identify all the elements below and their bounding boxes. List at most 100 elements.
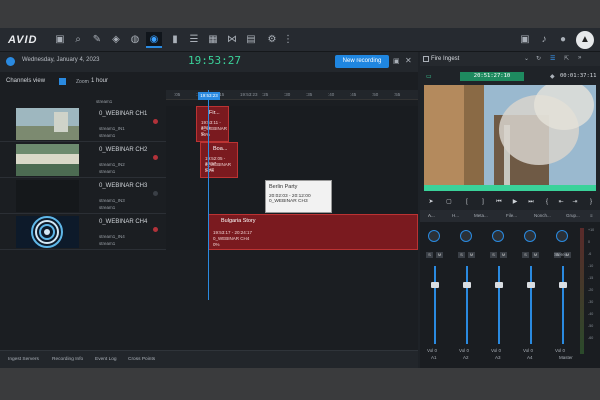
pan-knob[interactable]	[492, 230, 504, 242]
record-indicator[interactable]	[153, 119, 158, 124]
stereo-label[interactable]: Stereo	[554, 252, 567, 257]
expand-icon[interactable]: »	[578, 55, 581, 61]
mark-icon[interactable]: ▢	[444, 197, 454, 207]
dashboard-icon[interactable]: ▤	[243, 32, 259, 48]
channel-row[interactable]: 0_WEBINAR CH2 stream1_IN2 stream1 Boa...…	[0, 142, 418, 178]
fader-track[interactable]	[562, 266, 564, 344]
record-indicator[interactable]	[153, 191, 158, 196]
pan-knob[interactable]	[524, 230, 536, 242]
tab-h[interactable]: H...	[452, 213, 459, 218]
close-icon[interactable]: ✕	[405, 56, 412, 65]
folder-icon[interactable]: ▣	[52, 32, 68, 48]
mute-button[interactable]: M	[468, 252, 475, 258]
mark-in-icon[interactable]: [	[462, 197, 472, 207]
layout-icon[interactable]: ▣	[517, 32, 533, 48]
fader-track[interactable]	[466, 266, 468, 344]
grid-icon[interactable]: ▦	[205, 32, 221, 48]
bell-icon[interactable]: ♪	[536, 32, 552, 48]
go-end-icon[interactable]: ⏭	[526, 197, 536, 207]
new-recording-button[interactable]: New recording	[335, 55, 389, 68]
avid-account-icon[interactable]: ▲	[576, 31, 594, 49]
recording-clip[interactable]: Fir... 19:53:11 - 19:5 0_WEBINAR C 36%	[196, 106, 229, 142]
share-icon[interactable]: ⋈	[224, 32, 240, 48]
channel-input: stream1_IN3	[99, 198, 125, 203]
refresh-icon[interactable]: ↻	[536, 55, 541, 62]
record-indicator[interactable]	[153, 227, 158, 232]
channel-timeline[interactable]: Fir... 19:53:11 - 19:5 0_WEBINAR C 36%	[166, 106, 418, 142]
mark-out-icon[interactable]: ]	[478, 197, 488, 207]
monitor-icon[interactable]: ▭	[426, 73, 432, 80]
solo-button[interactable]: S	[490, 252, 497, 258]
go-start-icon[interactable]: ⏮	[494, 197, 504, 207]
pan-knob[interactable]	[428, 230, 440, 242]
mute-button[interactable]: M	[436, 252, 443, 258]
search-icon[interactable]: ⌕	[70, 32, 86, 48]
out-icon[interactable]: }	[586, 197, 596, 207]
channels-view-dropdown[interactable]: Channels view	[6, 78, 45, 84]
volume-label: Vol 0	[555, 348, 566, 353]
in-icon[interactable]: {	[542, 197, 552, 207]
mute-button[interactable]: M	[500, 252, 507, 258]
jog-back-icon[interactable]: ⇤	[556, 197, 566, 207]
capture-icon[interactable]: ◉	[146, 32, 162, 48]
channel-row[interactable]: 0_WEBINAR CH1 stream1_IN1 stream1 Fir...…	[0, 106, 418, 142]
timecode: 20:51:27:10	[460, 72, 524, 81]
calendar-icon[interactable]	[59, 78, 66, 85]
playhead[interactable]	[208, 90, 209, 300]
channel-row[interactable]: 0_WEBINAR CH4 stream1_IN4 stream1 Bulgar…	[0, 214, 418, 250]
record-indicator[interactable]	[153, 155, 158, 160]
view-controls: Channels view Zoom 1 hour	[0, 74, 418, 90]
ruler-tick: :30	[284, 92, 291, 97]
channel-row[interactable]: 0_WEBINAR CH3 stream1_IN3 stream1	[0, 178, 418, 214]
channel-stream: stream1	[99, 205, 116, 210]
db-tick: -10	[588, 264, 594, 268]
fader-track[interactable]	[498, 266, 500, 344]
edit-icon[interactable]: ✎	[89, 32, 105, 48]
list-icon[interactable]: ☰	[186, 32, 202, 48]
tab-cross-points[interactable]: Cross Points	[128, 357, 155, 362]
tab-event-log[interactable]: Event Log	[95, 357, 117, 362]
solo-button[interactable]: S	[522, 252, 529, 258]
layout-icon[interactable]: ☰	[550, 55, 555, 62]
fader-track[interactable]	[434, 266, 436, 344]
menu-icon[interactable]: ≡	[590, 213, 593, 218]
fader-handle[interactable]	[559, 282, 567, 288]
fader-handle[interactable]	[463, 282, 471, 288]
tab-metadata[interactable]: Meta...	[474, 213, 488, 218]
zoom-dropdown[interactable]: 1 hour	[91, 78, 108, 84]
chevron-down-icon[interactable]: ⌄	[524, 55, 529, 62]
recording-clip[interactable]: Bulgaria Story 19:53:17 - 20:24:17 0_WEB…	[208, 214, 418, 250]
mute-button[interactable]: M	[532, 252, 539, 258]
collections-icon[interactable]: ◈	[108, 32, 124, 48]
user-icon[interactable]: ●	[555, 32, 571, 48]
more-icon[interactable]: ⋮	[280, 32, 296, 48]
recording-clip[interactable]: Boa... 19:52:05 - 19:57 0_WEBINAR CH2 24…	[200, 142, 238, 178]
play-icon[interactable]: ▶	[510, 197, 520, 207]
solo-button[interactable]: S	[458, 252, 465, 258]
fader-handle[interactable]	[527, 282, 535, 288]
db-tick: +10	[588, 228, 595, 232]
pointer-icon[interactable]: ➤	[426, 197, 436, 207]
channel-timeline[interactable]: Bulgaria Story 19:53:17 - 20:24:17 0_WEB…	[166, 214, 418, 250]
tab-ingest-servers[interactable]: Ingest Servers	[8, 357, 39, 362]
solo-button[interactable]: S	[426, 252, 433, 258]
tab-file[interactable]: File...	[506, 213, 517, 218]
clip-title: Boa...	[213, 146, 228, 152]
jog-forward-icon[interactable]: ⇥	[570, 197, 580, 207]
pan-knob[interactable]	[556, 230, 568, 242]
bookmark-icon[interactable]: ▮	[167, 32, 183, 48]
tab-audio[interactable]: A...	[428, 213, 435, 218]
globe-icon[interactable]: ◍	[127, 32, 143, 48]
save-icon[interactable]: ▣	[393, 57, 400, 65]
tab-group[interactable]: Grup...	[566, 213, 580, 218]
settings-icon[interactable]: ⚙	[264, 32, 280, 48]
tab-recording-info[interactable]: Recording Info	[52, 357, 83, 362]
pan-knob[interactable]	[460, 230, 472, 242]
fader-track[interactable]	[530, 266, 532, 344]
channel-timeline[interactable]: Boa... 19:52:05 - 19:57 0_WEBINAR CH2 24…	[166, 142, 418, 178]
fader-handle[interactable]	[495, 282, 503, 288]
fader-handle[interactable]	[431, 282, 439, 288]
tab-nonchannel[interactable]: Nonch...	[534, 213, 551, 218]
event-tooltip: Berlin Party 20:02:03 - 20:12:00 0_WEBIN…	[265, 180, 332, 213]
export-icon[interactable]: ⇱	[564, 55, 569, 62]
